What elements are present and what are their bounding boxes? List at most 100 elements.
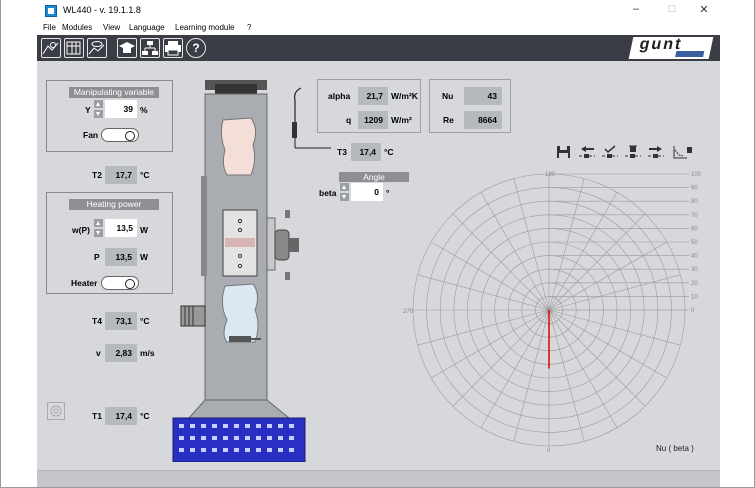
polar-radial-label: 20: [691, 281, 698, 287]
nu-label: Nu: [442, 91, 454, 101]
polar-spoke: [513, 178, 550, 311]
polar-radial-label: 50: [691, 240, 698, 246]
fan-label: Fan: [83, 130, 99, 140]
polar-spoke: [548, 309, 667, 379]
menu-learning-module[interactable]: Learning module: [175, 23, 235, 32]
polar-spoke: [452, 309, 550, 407]
wp-label: w(P): [72, 225, 90, 235]
q-label: q: [346, 115, 352, 125]
menu-bar: File Modules View Language Learning modu…: [37, 22, 720, 35]
beta-label: beta: [319, 188, 337, 198]
v-label: v: [96, 348, 101, 358]
polar-radial-labels: 1009080706050403020100: [691, 172, 702, 314]
menu-help[interactable]: ?: [247, 23, 251, 32]
menu-view[interactable]: View: [103, 23, 120, 32]
heating-power-group: Heating power w(P) 13,5 W P 13,5 W Heate…: [46, 192, 173, 294]
chart-icon[interactable]: [41, 38, 61, 58]
polar-radial-label: 0: [691, 308, 695, 314]
wp-input[interactable]: 13,5: [105, 219, 137, 237]
nu-re-group: Nu 43 Re 8664: [429, 79, 511, 133]
maximize-button[interactable]: □: [657, 3, 687, 19]
menu-modules[interactable]: Modules: [62, 23, 92, 32]
network-icon[interactable]: [140, 38, 160, 58]
wp-spinner[interactable]: [94, 219, 103, 237]
p-value: 13,5: [105, 248, 137, 266]
re-value: 8664: [464, 111, 502, 129]
save-icon[interactable]: [555, 145, 573, 159]
table-icon[interactable]: [64, 38, 84, 58]
polar-radial-label: 70: [691, 213, 698, 219]
polar-radial-label: 90: [691, 186, 698, 192]
close-button[interactable]: ✕: [689, 3, 719, 19]
t2-label: T2: [92, 170, 102, 180]
beta-spinner[interactable]: [340, 183, 349, 201]
polar-spoke: [548, 274, 681, 311]
t1-unit: °C: [140, 411, 150, 421]
polar-radial-label: 80: [691, 199, 698, 205]
polar-spoke: [480, 192, 550, 311]
polar-spoke: [548, 309, 585, 442]
polar-spoke: [548, 309, 618, 428]
polar-spoke: [452, 213, 550, 311]
arrow-right-store-icon[interactable]: [647, 145, 665, 159]
polar-radial-lines: [549, 173, 689, 311]
polar-spoke: [548, 309, 681, 346]
printer-icon[interactable]: [163, 38, 183, 58]
nu-value: 43: [464, 87, 502, 105]
p-unit: W: [140, 252, 149, 262]
polar-chart: 1009080706050403020100 180 270 0: [403, 172, 702, 454]
t1-label: T1: [92, 411, 102, 421]
alpha-q-group: alpha 21,7 W/m²K q 1209 W/m²: [317, 79, 421, 133]
y-unit: %: [140, 105, 148, 115]
help-icon[interactable]: ?: [186, 38, 206, 58]
alpha-unit: W/m²K: [391, 91, 418, 101]
t4-unit: °C: [140, 316, 150, 326]
t2-value: 17,7: [105, 166, 137, 184]
polar-spoke: [548, 178, 585, 311]
heater-label: Heater: [71, 278, 98, 288]
y-label: Y: [85, 105, 91, 115]
y-spinner[interactable]: [94, 100, 103, 118]
arrow-left-store-icon[interactable]: [578, 145, 596, 159]
beta-input[interactable]: 0: [351, 183, 383, 201]
eye-chart-icon[interactable]: [87, 38, 107, 58]
t4-value: 73,1: [105, 312, 137, 330]
re-label: Re: [443, 115, 454, 125]
polar-radial-label: 100: [691, 172, 702, 178]
heating-power-title: Heating power: [69, 199, 159, 210]
menu-file[interactable]: File: [43, 23, 56, 32]
target-icon[interactable]: [47, 402, 65, 420]
v-unit: m/s: [140, 348, 155, 358]
alpha-value: 21,7: [358, 87, 388, 105]
logo-subbar: [675, 51, 705, 57]
minimize-button[interactable]: –: [621, 3, 651, 19]
fan-toggle[interactable]: [101, 128, 139, 142]
q-value: 1209: [358, 111, 388, 129]
manipulating-variable-title: Manipulating variable: [69, 87, 159, 98]
y-input[interactable]: 39: [105, 100, 137, 118]
mortarboard-icon[interactable]: [117, 38, 137, 58]
polar-label-270: 270: [403, 309, 414, 315]
p-label: P: [94, 252, 100, 262]
beta-unit: °: [386, 188, 390, 198]
polar-radial-label: 60: [691, 226, 698, 232]
menu-language[interactable]: Language: [129, 23, 165, 32]
window-title: WL440 - v. 19.1.1.8: [63, 5, 141, 15]
status-bar: [37, 470, 720, 487]
polar-spoke: [431, 241, 550, 311]
t1-value: 17,4: [105, 407, 137, 425]
v-value: 2,83: [105, 344, 137, 362]
toolbar: ?: [37, 35, 720, 61]
polar-spoke: [417, 309, 550, 346]
polar-spoke: [548, 241, 667, 311]
check-store-icon[interactable]: [601, 145, 619, 159]
delete-store-icon[interactable]: [624, 145, 642, 159]
t3-value: 17,4: [351, 143, 381, 161]
polar-spoke: [431, 309, 550, 379]
polar-radial-label: 10: [691, 294, 698, 300]
heater-toggle[interactable]: [101, 276, 139, 290]
polar-spoke: [548, 309, 646, 407]
t2-unit: °C: [140, 170, 150, 180]
app-window: WL440 - v. 19.1.1.8 – □ ✕ File Modules V…: [0, 0, 755, 488]
delete-chart-icon[interactable]: [673, 145, 692, 159]
